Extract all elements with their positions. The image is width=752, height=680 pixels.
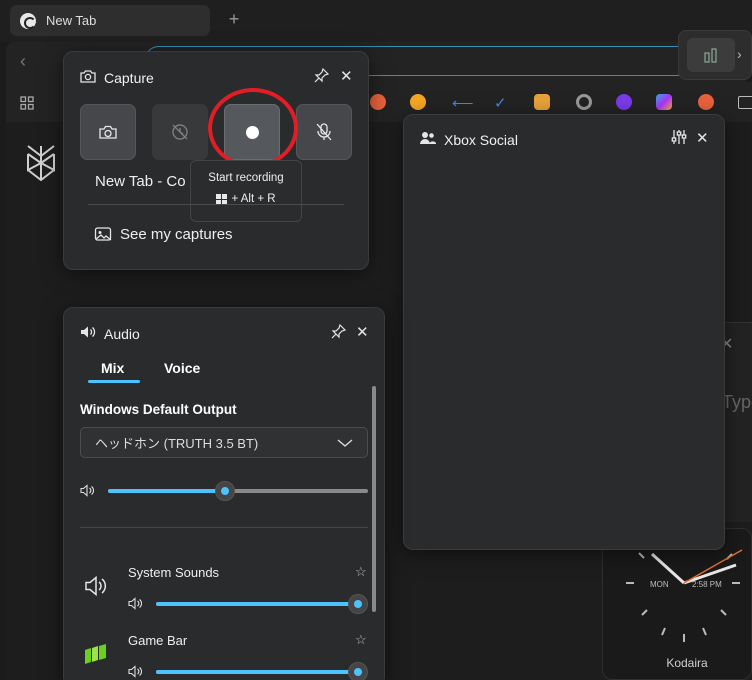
master-volume-slider[interactable] — [108, 481, 368, 501]
game-bar-volume-thumb[interactable] — [348, 662, 368, 680]
extension-chevron-icon[interactable]: › — [737, 46, 742, 62]
xbox-social-panel — [403, 114, 725, 550]
apps-grid-icon[interactable] — [20, 96, 34, 110]
close-icon[interactable]: ✕ — [696, 129, 709, 147]
microphone-toggle-button[interactable] — [296, 104, 352, 160]
chevron-down-icon — [337, 438, 353, 447]
favorite-star-icon[interactable]: ☆ — [355, 632, 367, 648]
recording-tooltip: Start recording + Alt + R — [190, 160, 302, 222]
captured-window-title: New Tab - Co — [95, 173, 186, 190]
output-device-value: ヘッドホン (TRUTH 3.5 BT) — [95, 436, 259, 451]
capture-divider — [88, 204, 344, 205]
clock-day: MON — [650, 580, 669, 589]
close-icon[interactable]: ✕ — [340, 67, 353, 85]
clock-time: 2:58 PM — [692, 580, 722, 589]
bookmark-check-icon[interactable]: ✓ — [494, 94, 510, 112]
app-label-system-sounds: System Sounds — [128, 565, 220, 580]
capture-title: Capture — [104, 70, 154, 86]
audio-divider — [80, 527, 368, 528]
see-my-captures-link[interactable]: See my captures — [120, 226, 233, 243]
master-volume-icon — [80, 484, 95, 500]
camera-icon — [80, 69, 96, 86]
system-sounds-volume-fill — [156, 602, 358, 606]
clock-city: Kodaira — [666, 656, 708, 670]
output-label: Windows Default Output — [80, 402, 237, 417]
background-input-placeholder: Type — [722, 392, 752, 412]
master-volume-thumb[interactable] — [215, 481, 235, 501]
bookmark-arrow-icon[interactable]: ⟵ — [452, 94, 474, 112]
system-sounds-volume-thumb[interactable] — [348, 594, 368, 614]
bookmark-copilot-icon[interactable] — [656, 94, 672, 110]
favorite-star-icon[interactable]: ☆ — [355, 564, 367, 580]
tab-favicon-icon — [20, 12, 36, 29]
game-bar-icon — [83, 642, 109, 671]
screenshot-button[interactable] — [80, 104, 136, 160]
browser-tab[interactable]: New Tab — [10, 5, 210, 36]
volume-icon — [128, 597, 143, 613]
close-icon[interactable]: ✕ — [356, 323, 369, 341]
game-bar-volume-fill — [156, 670, 358, 674]
pin-icon[interactable] — [331, 323, 347, 343]
master-volume-fill — [108, 489, 225, 493]
game-bar-volume-slider[interactable] — [156, 662, 368, 680]
audio-title: Audio — [104, 326, 140, 342]
scrollbar[interactable] — [372, 386, 376, 612]
active-tab-indicator — [88, 380, 140, 383]
output-device-select[interactable]: ヘッドホン (TRUTH 3.5 BT) — [80, 427, 368, 458]
tab-title: New Tab — [46, 13, 97, 28]
system-sounds-icon — [84, 575, 108, 602]
bookmark-hubspot-icon[interactable] — [370, 94, 386, 110]
people-icon — [420, 131, 436, 150]
tab-voice[interactable]: Voice — [164, 360, 200, 376]
mic-off-icon — [316, 123, 332, 141]
volume-icon — [128, 665, 143, 680]
gallery-icon — [94, 225, 112, 248]
new-tab-button[interactable]: + — [224, 9, 244, 31]
bookmark-purple-icon[interactable] — [616, 94, 632, 110]
tab-mix[interactable]: Mix — [101, 360, 124, 376]
windows-key-icon — [216, 193, 228, 205]
tooltip-title: Start recording — [208, 172, 284, 184]
bookmark-chart-icon[interactable] — [410, 94, 426, 110]
bookmark-orange-icon[interactable] — [698, 94, 714, 110]
back-button[interactable]: ‹ — [20, 51, 26, 72]
record-last-30-button[interactable] — [152, 104, 208, 160]
system-sounds-volume-slider[interactable] — [156, 594, 368, 614]
history-icon — [172, 124, 188, 140]
perplexity-logo-icon — [24, 144, 58, 182]
bookmark-box-icon[interactable] — [534, 94, 550, 110]
speaker-icon — [80, 325, 96, 344]
xbox-social-title: Xbox Social — [444, 132, 518, 148]
app-label-game-bar: Game Bar — [128, 633, 188, 648]
bookmark-chrome-icon[interactable] — [576, 94, 592, 110]
pin-icon[interactable] — [314, 67, 330, 87]
bookmark-folder-icon[interactable] — [738, 96, 752, 109]
highlight-circle — [208, 88, 298, 168]
settings-sliders-icon[interactable] — [671, 129, 687, 150]
screenshot-icon — [99, 125, 117, 139]
extension-icon[interactable] — [687, 38, 735, 72]
